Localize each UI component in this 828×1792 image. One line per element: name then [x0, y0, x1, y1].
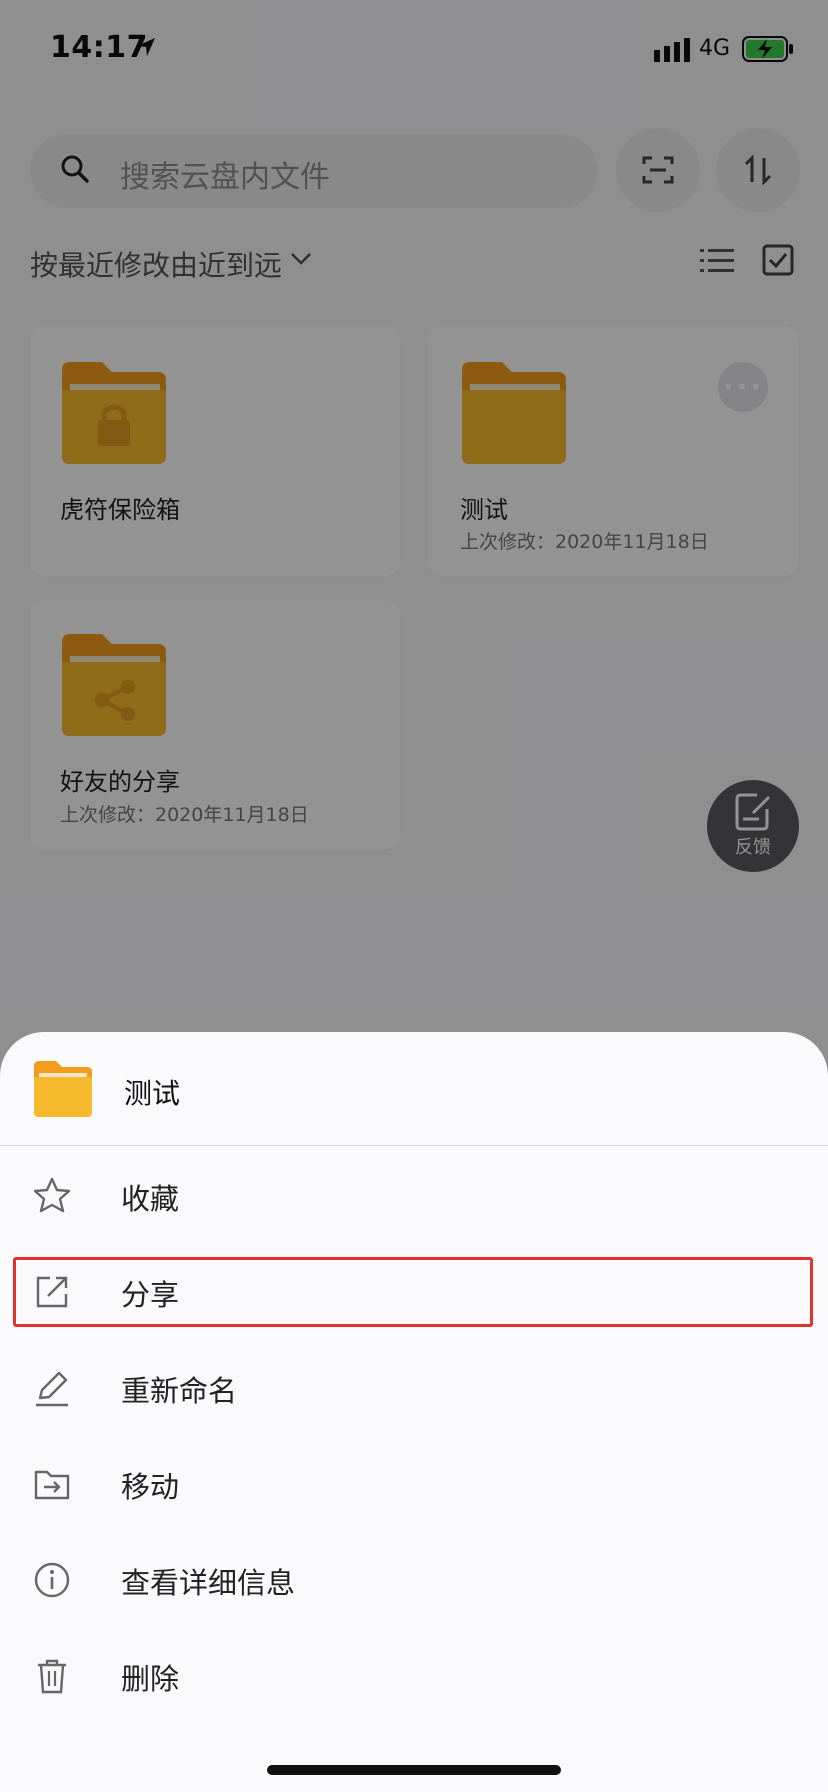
- home-indicator[interactable]: [267, 1765, 561, 1775]
- menu-item-label: 收藏: [121, 1182, 180, 1216]
- menu-item-label: 移动: [121, 1470, 180, 1504]
- menu-item-rename[interactable]: 重新命名: [0, 1340, 828, 1436]
- info-icon: [34, 1562, 70, 1598]
- folder-icon: [34, 1061, 92, 1117]
- menu-item-label: 重新命名: [121, 1374, 238, 1408]
- menu-item-label: 查看详细信息: [121, 1566, 296, 1600]
- pencil-icon: [36, 1371, 68, 1407]
- menu-item-label: 删除: [121, 1662, 180, 1696]
- sheet-title: 测试: [124, 1077, 181, 1110]
- star-icon: [33, 1177, 71, 1213]
- menu-item-favorite[interactable]: 收藏: [0, 1148, 828, 1244]
- menu-item-move[interactable]: 移动: [0, 1436, 828, 1532]
- menu-item-details[interactable]: 查看详细信息: [0, 1532, 828, 1628]
- divider: [0, 1145, 828, 1146]
- trash-icon: [38, 1659, 66, 1694]
- move-folder-icon: [34, 1470, 70, 1500]
- menu-item-delete[interactable]: 删除: [0, 1628, 828, 1724]
- highlight-box: [13, 1257, 813, 1327]
